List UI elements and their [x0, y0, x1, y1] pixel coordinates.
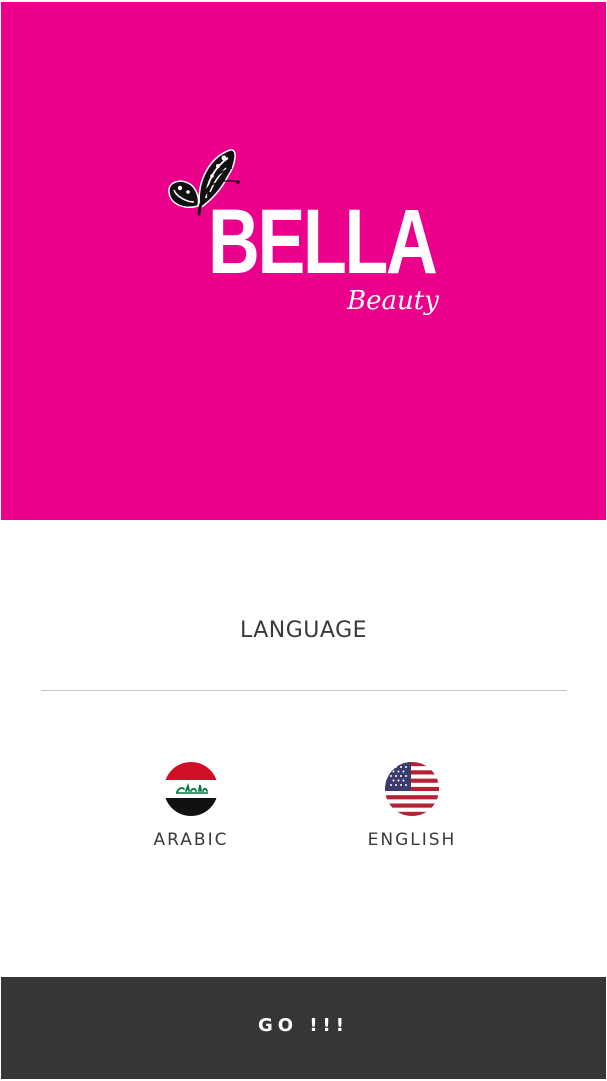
- brand-header: BELLA Beauty: [1, 2, 606, 520]
- divider: [41, 690, 567, 691]
- language-option-arabic[interactable]: ARABIC: [111, 760, 271, 860]
- go-button-label: GO !!!: [258, 1015, 349, 1036]
- language-label-arabic: ARABIC: [153, 830, 229, 850]
- brand-subtitle: Beauty: [347, 286, 439, 316]
- go-button[interactable]: GO !!!: [1, 977, 606, 1079]
- language-option-english[interactable]: ENGLISH: [332, 760, 492, 860]
- language-title: LANGUAGE: [239, 618, 368, 643]
- brand-name: BELLA: [208, 191, 438, 293]
- brand-logo: BELLA Beauty: [161, 138, 451, 348]
- language-label-english: ENGLISH: [367, 830, 457, 850]
- iraq-flag-icon: [164, 762, 218, 816]
- usa-flag-icon: [385, 762, 439, 816]
